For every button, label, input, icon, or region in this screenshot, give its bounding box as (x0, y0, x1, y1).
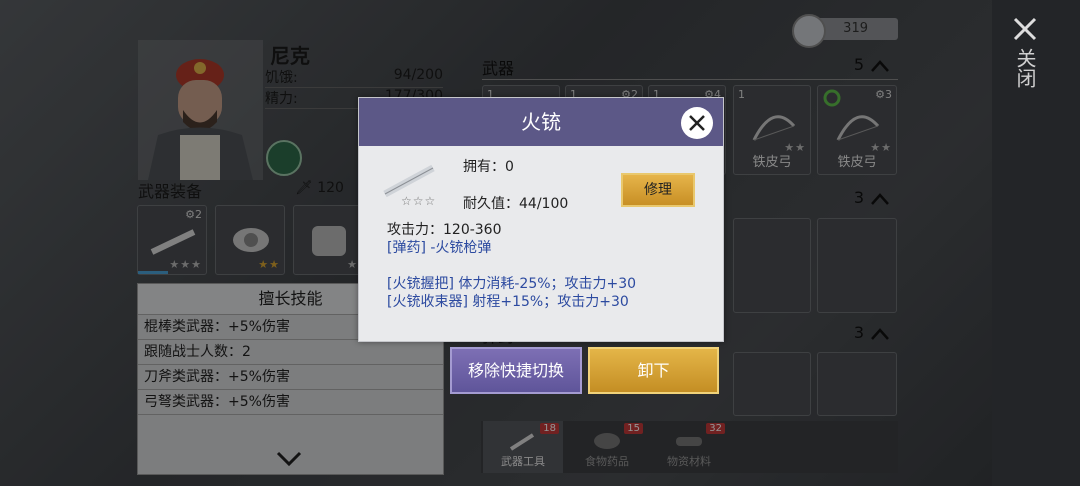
item-detail-dialog: 火铳 ☆☆☆ 拥有：0 耐久值：44/100 修理 攻击力：120-360 [弹… (358, 97, 724, 342)
dialog-title: 火铳 (359, 98, 723, 146)
attack-range: 攻击力：120-360 (387, 222, 502, 238)
mod-grip: [火铳握把] 体力消耗-25%；攻击力+30 (387, 276, 637, 292)
repair-button[interactable]: 修理 (621, 173, 695, 207)
durability-value: 耐久值：44/100 (463, 196, 569, 212)
dialog-close-button[interactable] (681, 107, 713, 139)
close-icon[interactable] (1012, 16, 1038, 42)
close-icon (689, 115, 705, 131)
close-label[interactable]: 关闭 (1013, 48, 1037, 88)
rarity-stars: ☆☆☆ (401, 194, 437, 208)
ammo-type: [弹药] -火铳枪弹 (387, 240, 492, 256)
owned-count: 拥有：0 (463, 159, 514, 175)
remove-quick-switch-button[interactable]: 移除快捷切换 (450, 347, 582, 394)
mod-choke: [火铳收束器] 射程+15%；攻击力+30 (387, 294, 629, 310)
unequip-button[interactable]: 卸下 (588, 347, 719, 394)
